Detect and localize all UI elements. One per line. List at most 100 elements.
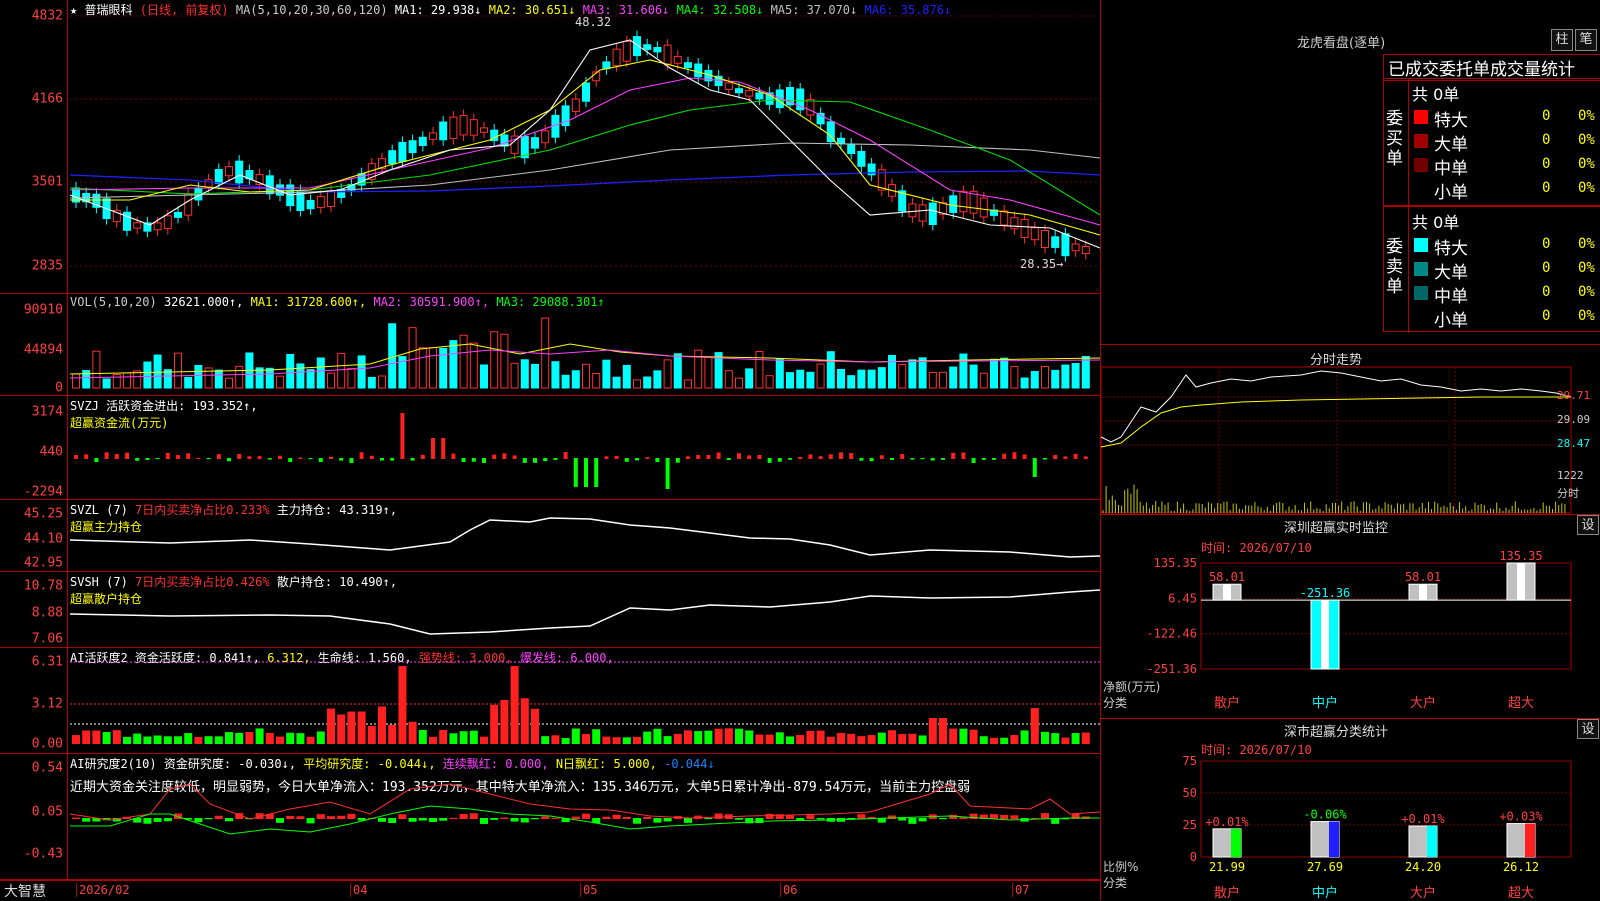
svzj-bar (584, 458, 588, 487)
svsh-yaxis: 10.78 8.88 7.06 (0, 572, 68, 647)
svsh-pane[interactable]: 10.78 8.88 7.06 SVSH (7) 7日内买卖净占比0.426% … (0, 572, 1101, 648)
ytick: 0.00 (31, 736, 63, 752)
svzj-chart (74, 413, 1088, 489)
ai-activity-bar (816, 730, 825, 744)
sell-total: 共 0单 (1412, 213, 1460, 232)
svzj-bar (1083, 456, 1088, 459)
ai-research-bar (704, 818, 713, 820)
candle-body (541, 130, 550, 144)
ai-research-bar (898, 818, 907, 821)
svzj-bar (533, 458, 537, 463)
ai-activity-bar (612, 737, 621, 744)
intraday-price: 29.09 (1557, 413, 1591, 426)
svzl-pane[interactable]: 45.25 44.10 42.95 SVZL (7) 7日内买卖净占比0.233… (0, 500, 1101, 572)
svsh-chart (69, 589, 1101, 635)
row-label: 大单 (1434, 135, 1468, 155)
candle-body (449, 116, 458, 140)
monitor-value-label: 58.01 (1209, 570, 1245, 584)
svzj-bar (553, 458, 558, 461)
candle-body (1020, 218, 1029, 239)
ai-research-bar (918, 818, 927, 822)
volume-bar (735, 377, 743, 389)
svzj-bar (410, 458, 415, 461)
monitor-bar-highlight (1223, 584, 1231, 601)
ai-activity-bar (857, 736, 866, 744)
svzj-bar (624, 458, 629, 462)
ai-research-bar (582, 813, 590, 819)
ai-activity-bar (1041, 731, 1049, 744)
classify-delta: +0.01% (1205, 815, 1249, 829)
candle-body (1081, 245, 1090, 255)
ai-research-yaxis: 0.54 0.05 -0.43 (0, 754, 68, 879)
ai-research-bar (439, 818, 448, 821)
svzl-chart (69, 517, 1101, 558)
tick-button[interactable]: 笔 (1575, 29, 1597, 51)
ai-activity-bar (867, 735, 876, 744)
ai-research-bar (469, 813, 478, 819)
ai-activity-bar (306, 736, 315, 744)
ai-activity-bar (388, 724, 397, 744)
classify-value: 26.12 (1503, 860, 1539, 874)
volume-bar (194, 364, 203, 389)
svzj-bar (420, 454, 425, 459)
kline-pane[interactable]: 4832 4166 3501 2835 ★ 普瑞眼科 (日线, 前复权) MA(… (0, 0, 1101, 294)
svzj-bar (920, 458, 925, 460)
buy-total: 共 0单 (1412, 85, 1460, 104)
volume-bar (510, 362, 519, 389)
ai-activity-bar (531, 708, 539, 744)
candle-body (429, 132, 437, 140)
monitor-panel[interactable]: 深圳超赢实时监控 设 时间: 2026/07/10 135.35 6.45 -122… (1101, 514, 1600, 718)
ai-research-bar (449, 817, 458, 819)
ai-research-bar (806, 815, 815, 819)
svzj-bar (1073, 453, 1078, 459)
candle-body (327, 190, 335, 208)
candle-body (837, 137, 845, 145)
ai-research-bar (816, 818, 825, 820)
kline-chart[interactable]: 48.32 28.35→ (69, 0, 1101, 294)
ai-activity-bar (888, 730, 896, 744)
sell-side-label: 委卖单 (1386, 237, 1403, 297)
row-percent: 0% (1578, 308, 1595, 324)
candle-body (214, 169, 223, 184)
svzj-pane[interactable]: 3174 440 -2294 SVZJ 活跃资金进出: 193.352↑, 超赢… (0, 396, 1100, 500)
candle-body (398, 141, 407, 162)
intraday-panel[interactable]: 分时走势 29.71 29.09 28.47 1222 分时 (1100, 344, 1600, 514)
x-label: 2026/02 (76, 883, 130, 897)
svzj-bar (859, 458, 864, 461)
ai-research-bar (490, 818, 499, 820)
volume-bar (724, 370, 733, 389)
buy-box: 委买单 共 0单 特大 0 0% 大单 0 0% 中单 0 0% 小单 0 0% (1383, 78, 1600, 207)
candle-body (408, 140, 417, 154)
ytick: 6.31 (31, 654, 63, 670)
sell-box: 委卖单 共 0单 特大 0 0% 大单 0 0% 中单 0 0% 小单 0 0% (1383, 206, 1600, 333)
dragon-title: 龙虎看盘(逐单) (1297, 36, 1386, 51)
ai-research-pane[interactable]: 0.54 0.05 -0.43 AI研究度2(10) 资金研究度: -0.030… (0, 754, 1101, 880)
classify-value: 24.20 (1405, 860, 1441, 874)
intraday-chart (1100, 366, 1572, 514)
ytick: 3.12 (31, 696, 63, 712)
classify-bar-accent (1231, 828, 1241, 857)
volume-pane[interactable]: 90910 44894 0 VOL(5,10,20) 32621.000↑, M… (0, 294, 1101, 396)
ai-research-bar (602, 816, 611, 819)
ai-research-bar (276, 818, 284, 823)
ai-activity-bar (602, 736, 611, 744)
svzj-bar (125, 452, 129, 459)
svzj-bar (1043, 458, 1047, 460)
volume-bar (378, 375, 386, 389)
volume-bar (571, 370, 580, 389)
classify-panel[interactable]: 深市超赢分类统计 设 时间: 2026/07/10 75 50 25 0 +0.01% 2… (1101, 718, 1600, 901)
volume-bar (286, 353, 295, 389)
ai-research-bar (796, 818, 805, 821)
svzj-bar (767, 458, 772, 463)
ai-activity-bar (255, 728, 264, 744)
candle-body (1071, 243, 1080, 252)
monitor-xlabel: 分类 (1103, 696, 1127, 710)
monitor-value-label: 135.35 (1499, 549, 1542, 563)
column-button[interactable]: 柱 (1551, 29, 1573, 51)
right-panel: 龙虎看盘(逐单) 柱 笔 已成交委托单成交量统计 委买单 共 0单 特大 0 0… (1100, 0, 1600, 901)
ai-research-bar (327, 816, 335, 819)
volume-bar (143, 361, 152, 389)
ai-activity-yaxis: 6.31 3.12 0.00 (0, 648, 68, 753)
svzj-bar (788, 458, 792, 460)
ai-activity-pane[interactable]: 6.31 3.12 0.00 AI活跃度2 资金活跃度: 0.841↑, 6.3… (0, 648, 1100, 754)
